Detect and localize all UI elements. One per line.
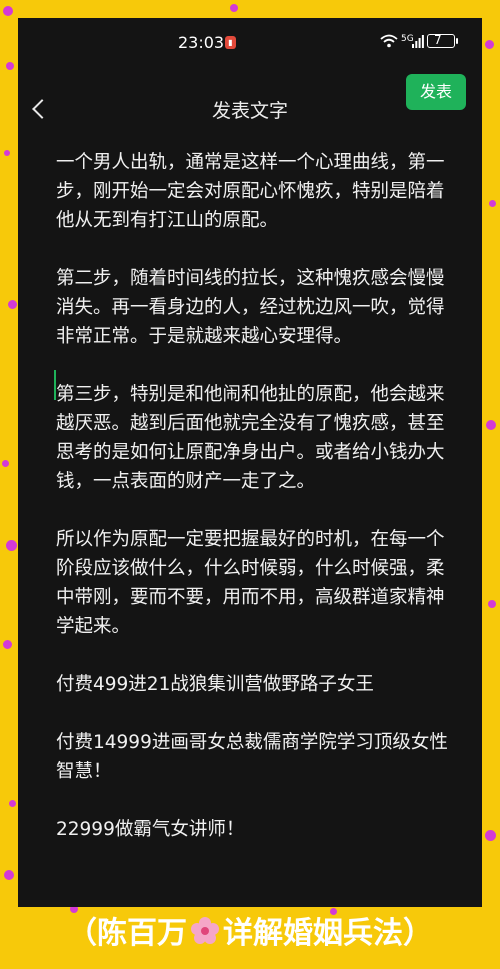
phone-screen: 23:03 ▮ 5G 7 发表文字 发表 一个男人出轨，通常是这样一个心理曲线，… — [18, 18, 482, 907]
banner-close-paren: ） — [403, 916, 433, 951]
battery-level: 7 — [434, 33, 442, 47]
paragraph: 第二步，随着时间线的拉长，这种愧疚感会慢慢消失。再一看身边的人，经过枕边风一吹，… — [56, 268, 445, 347]
banner-topic: 详解婚姻兵法 — [223, 916, 403, 951]
decor-dot — [488, 600, 496, 608]
status-bar: 23:03 ▮ 5G 7 — [18, 18, 482, 66]
banner-name: 陈百万 — [97, 916, 187, 951]
battery-icon: 7 — [427, 33, 455, 48]
decor-dot — [3, 640, 12, 649]
decor-dot — [6, 540, 17, 551]
caption-banner: （陈百万 详解婚姻兵法） — [0, 910, 500, 969]
decor-dot — [9, 800, 16, 807]
status-time: 23:03 — [178, 33, 225, 52]
decor-dot — [230, 4, 238, 12]
decor-dot — [6, 62, 14, 70]
flower-icon — [191, 917, 219, 944]
decor-dot — [3, 6, 13, 16]
wifi-icon — [380, 34, 398, 48]
decor-dot — [4, 150, 10, 156]
recording-icon: ▮ — [225, 36, 236, 49]
decor-dot — [485, 40, 494, 49]
paragraph: 22999做霸气女讲师！ — [56, 819, 245, 840]
paragraph: 付费499进21战狼集训营做野路子女王 — [56, 674, 374, 695]
decor-dot — [486, 420, 496, 430]
decor-dot — [2, 460, 9, 467]
publish-button[interactable]: 发表 — [406, 74, 466, 110]
decor-dot — [4, 870, 14, 880]
paragraph: 一个男人出轨，通常是这样一个心理曲线，第一步，刚开始一定会对原配心怀愧疚，特别是… — [56, 152, 445, 231]
paragraph: 付费14999进画哥女总裁儒商学院学习顶级女性智慧！ — [56, 732, 448, 782]
decor-dot — [485, 830, 496, 841]
banner-open-paren: （ — [67, 916, 97, 951]
decor-dot — [489, 200, 496, 207]
text-editor[interactable]: 一个男人出轨，通常是这样一个心理曲线，第一步，刚开始一定会对原配心怀愧疚，特别是… — [56, 148, 461, 844]
battery-cap — [456, 38, 458, 44]
decor-dot — [8, 300, 17, 309]
paragraph: 所以作为原配一定要把握最好的时机，在每一个阶段应该做什么，什么时候弱，什么时候强… — [56, 529, 445, 637]
paragraph: 第三步，特别是和他闹和他扯的原配，他会越来越厌恶。越到后面他就完全没有了愧疚感，… — [56, 384, 445, 492]
signal-icon — [412, 35, 424, 48]
